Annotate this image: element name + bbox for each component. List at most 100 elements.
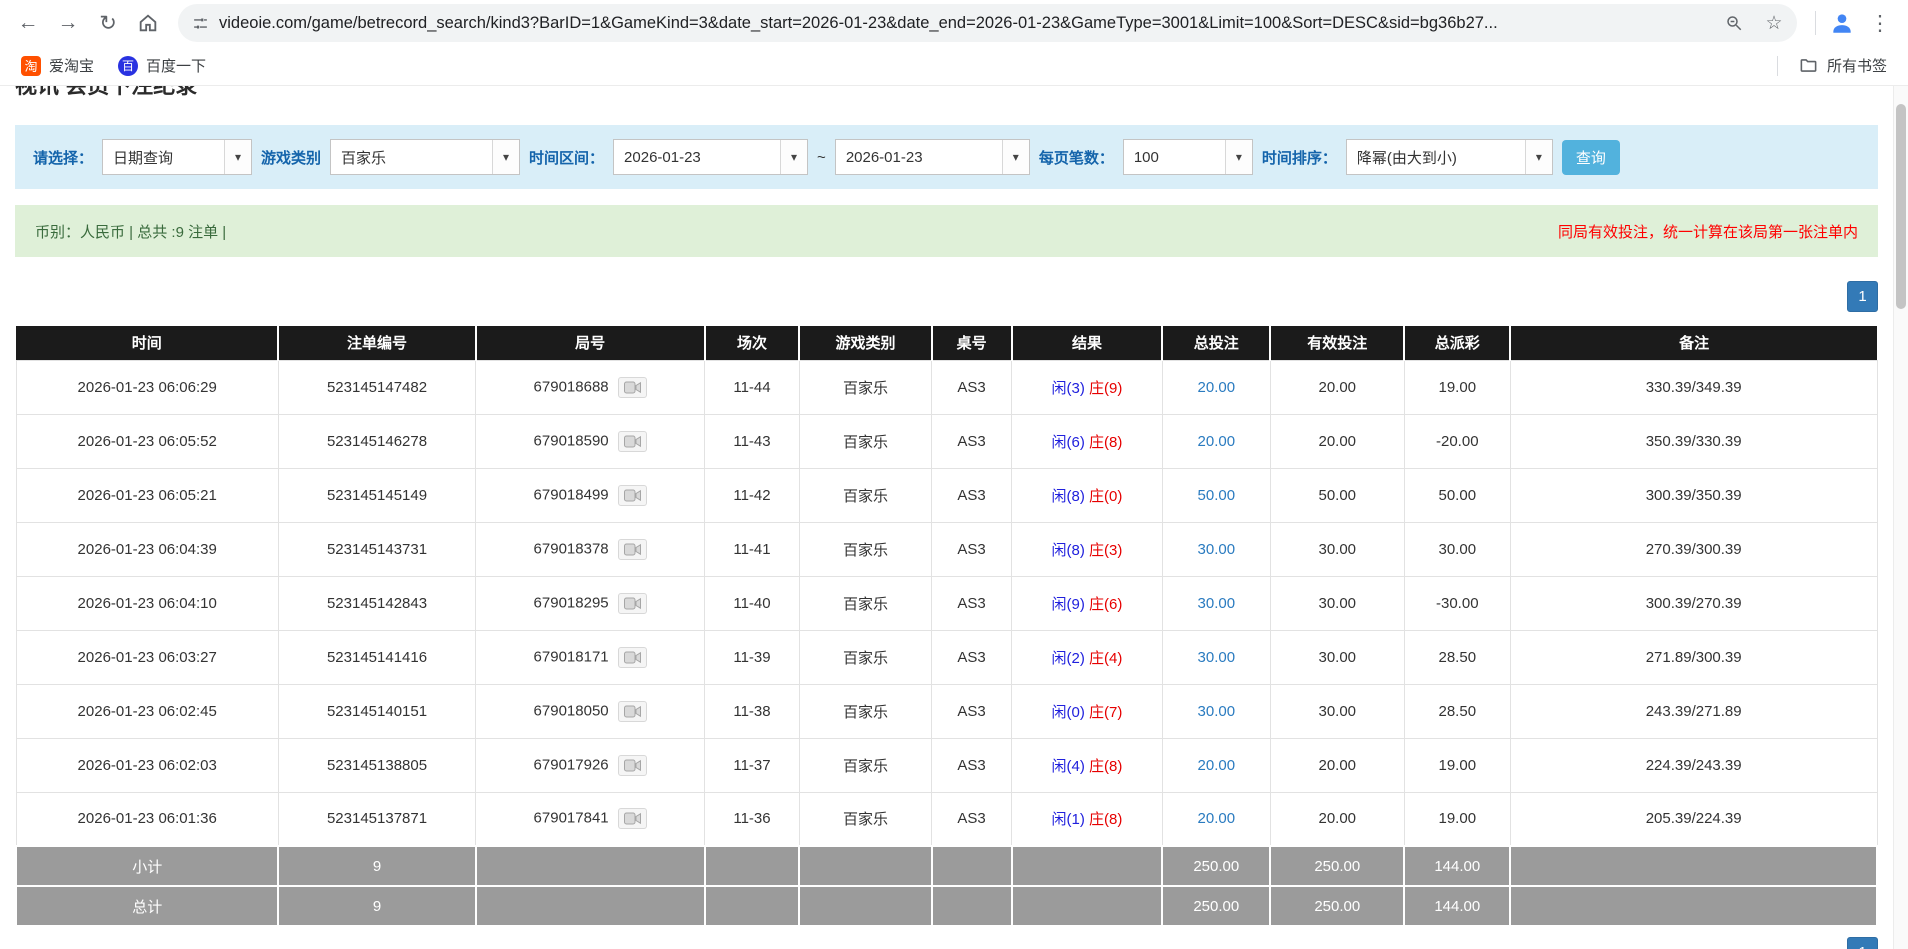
cell-total-bet: 50.00: [1162, 468, 1270, 522]
url-bar[interactable]: videoie.com/game/betrecord_search/kind3?…: [178, 4, 1797, 42]
round-id-text: 679018171: [534, 648, 609, 665]
scrollbar[interactable]: [1893, 86, 1908, 949]
table-row: 2026-01-23 06:01:36523145137871679017841…: [16, 792, 1877, 846]
summary-empty-result: [1012, 886, 1163, 926]
cell-time: 2026-01-23 06:04:10: [16, 576, 278, 630]
home-icon[interactable]: [130, 5, 166, 41]
bookmark-item-taobao[interactable]: 淘 爱淘宝: [12, 51, 103, 80]
total-bet-link[interactable]: 20.00: [1198, 379, 1236, 396]
date-range-label: 时间区间：: [529, 147, 604, 168]
video-replay-icon[interactable]: [618, 539, 647, 560]
table-row: 2026-01-23 06:05:21523145145149679018499…: [16, 468, 1877, 522]
video-replay-icon[interactable]: [618, 701, 647, 722]
video-replay-icon[interactable]: [618, 377, 647, 398]
video-replay-icon[interactable]: [618, 647, 647, 668]
round-id-text: 679018590: [534, 432, 609, 449]
profile-avatar-icon[interactable]: [1826, 7, 1858, 39]
back-icon[interactable]: ←: [10, 5, 46, 41]
cell-bet-id: 523145145149: [278, 468, 475, 522]
site-info-icon[interactable]: [192, 15, 209, 32]
table-row: 2026-01-23 06:05:52523145146278679018590…: [16, 414, 1877, 468]
chevron-down-icon[interactable]: ▾: [224, 140, 251, 174]
pagination-page-1-button[interactable]: 1: [1847, 281, 1878, 312]
refresh-icon[interactable]: ↻: [90, 5, 126, 41]
zoom-icon[interactable]: [1719, 8, 1749, 38]
cell-payout: 50.00: [1404, 468, 1510, 522]
cell-game-type: 百家乐: [799, 414, 931, 468]
video-replay-icon[interactable]: [618, 485, 647, 506]
cell-result: 闲(9) 庄(6): [1012, 576, 1163, 630]
total-bet-link[interactable]: 30.00: [1198, 595, 1236, 612]
chevron-down-icon[interactable]: ▾: [780, 140, 807, 174]
video-replay-icon[interactable]: [618, 808, 647, 829]
date-start-input[interactable]: 2026-01-23 ▾: [613, 139, 808, 175]
per-page-label: 每页笔数：: [1039, 147, 1114, 168]
browser-toolbar: ← → ↻ videoie.com/game/betrecord_search/…: [0, 0, 1908, 46]
total-bet-link[interactable]: 30.00: [1198, 541, 1236, 558]
cell-total-bet: 20.00: [1162, 738, 1270, 792]
round-id-text: 679017926: [534, 756, 609, 773]
cell-note: 270.39/300.39: [1510, 522, 1877, 576]
banker-result: 庄(6): [1089, 596, 1122, 613]
cell-result: 闲(3) 庄(9): [1012, 360, 1163, 414]
bookmark-item-baidu[interactable]: 百 百度一下: [109, 51, 215, 80]
total-bet-link[interactable]: 30.00: [1198, 703, 1236, 720]
forward-icon[interactable]: →: [50, 5, 86, 41]
video-replay-icon[interactable]: [618, 755, 647, 776]
search-button[interactable]: 查询: [1562, 140, 1620, 175]
cell-note: 271.89/300.39: [1510, 630, 1877, 684]
url-text: videoie.com/game/betrecord_search/kind3?…: [219, 14, 1709, 33]
cell-table-id: AS3: [932, 414, 1012, 468]
cell-payout: 19.00: [1404, 360, 1510, 414]
total-bet-link[interactable]: 30.00: [1198, 649, 1236, 666]
cell-session: 11-43: [705, 414, 800, 468]
all-bookmarks-button[interactable]: 所有书签: [1790, 51, 1896, 80]
chevron-down-icon[interactable]: ▾: [1525, 140, 1552, 174]
column-header: 场次: [705, 326, 800, 360]
summary-empty-round: [476, 886, 705, 926]
notice-text: 同局有效投注，统一计算在该局第一张注单内: [1558, 221, 1858, 242]
date-end-input[interactable]: 2026-01-23 ▾: [835, 139, 1030, 175]
player-result: 闲(2): [1052, 650, 1085, 667]
round-id-text: 679018688: [534, 378, 609, 395]
column-header: 备注: [1510, 326, 1877, 360]
chevron-down-icon[interactable]: ▾: [492, 140, 519, 174]
player-result: 闲(8): [1052, 488, 1085, 505]
cell-payout: -20.00: [1404, 414, 1510, 468]
column-header: 局号: [476, 326, 705, 360]
menu-dots-icon[interactable]: ⋮: [1862, 5, 1898, 41]
chevron-down-icon[interactable]: ▾: [1225, 140, 1252, 174]
per-page-select[interactable]: 100 ▾: [1123, 139, 1253, 175]
bookmark-star-icon[interactable]: ☆: [1759, 8, 1789, 38]
video-replay-icon[interactable]: [618, 431, 647, 452]
total-bet-link[interactable]: 20.00: [1198, 433, 1236, 450]
pagination-page-1-button-bottom[interactable]: 1: [1847, 937, 1878, 949]
page-title-clip: 视讯 会员下注纪录: [15, 86, 1878, 100]
query-type-select[interactable]: 日期查询 ▾: [102, 139, 252, 175]
game-type-select[interactable]: 百家乐 ▾: [330, 139, 520, 175]
cell-valid-bet: 30.00: [1270, 522, 1404, 576]
cell-payout: 30.00: [1404, 522, 1510, 576]
cell-note: 330.39/349.39: [1510, 360, 1877, 414]
cell-round-id: 679017926: [476, 738, 705, 792]
scrollbar-thumb[interactable]: [1896, 104, 1906, 309]
sort-select[interactable]: 降幂(由大到小) ▾: [1346, 139, 1553, 175]
cell-table-id: AS3: [932, 522, 1012, 576]
total-bet-link[interactable]: 50.00: [1198, 487, 1236, 504]
currency-total-text: 币别：人民币 | 总共 :9 注单 |: [35, 221, 226, 242]
total-bet-link[interactable]: 20.00: [1198, 757, 1236, 774]
round-id-text: 679018050: [534, 702, 609, 719]
cell-time: 2026-01-23 06:03:27: [16, 630, 278, 684]
cell-session: 11-38: [705, 684, 800, 738]
date-end-value: 2026-01-23: [836, 140, 1002, 174]
video-replay-icon[interactable]: [618, 593, 647, 614]
cell-bet-id: 523145146278: [278, 414, 475, 468]
chevron-down-icon[interactable]: ▾: [1002, 140, 1029, 174]
summary-empty-table: [932, 846, 1012, 886]
cell-session: 11-39: [705, 630, 800, 684]
total-bet-link[interactable]: 20.00: [1198, 810, 1236, 827]
cell-session: 11-40: [705, 576, 800, 630]
column-header: 结果: [1012, 326, 1163, 360]
round-id-text: 679018499: [534, 486, 609, 503]
cell-note: 300.39/270.39: [1510, 576, 1877, 630]
